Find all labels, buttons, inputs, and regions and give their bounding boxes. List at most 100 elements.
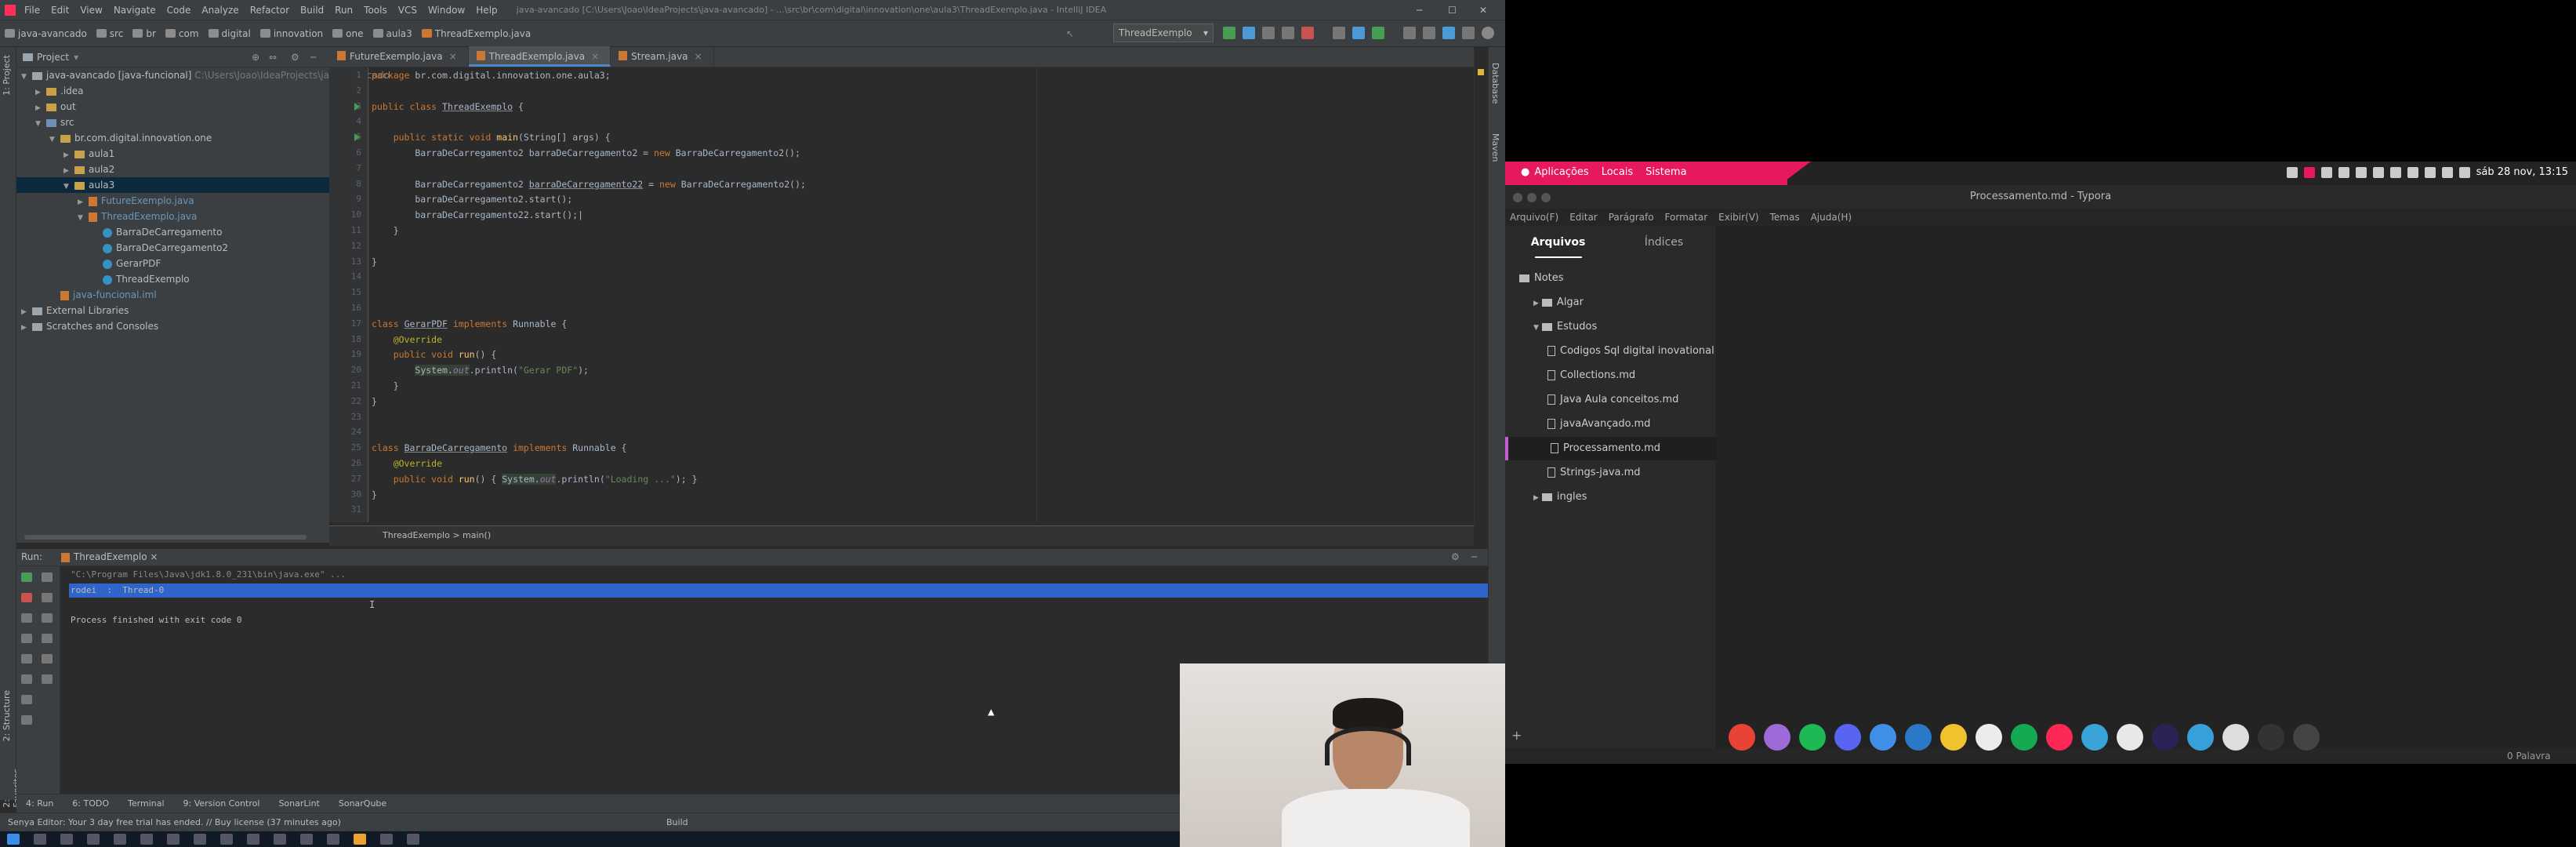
editor-scrollbar[interactable]	[1474, 47, 1488, 525]
run-icon[interactable]	[1223, 27, 1235, 39]
tool-tab-maven[interactable]: Maven	[1490, 133, 1500, 162]
tree-item[interactable]: ▶ FutureExemplo.java	[16, 193, 329, 209]
settings-icon[interactable]	[2293, 724, 2320, 751]
tree-item[interactable]: GerarPDF	[16, 256, 329, 271]
menu-tools[interactable]: Tools	[358, 5, 393, 16]
tree-item[interactable]: ▶ .idea	[16, 83, 329, 99]
status-build[interactable]: Build	[666, 817, 688, 827]
close-tab-icon[interactable]: ×	[591, 51, 599, 62]
expand-arrow-icon[interactable]: ▼	[21, 69, 32, 85]
menu-sistema[interactable]: Sistema	[1645, 166, 1686, 178]
close-tab-icon[interactable]: ×	[449, 51, 457, 62]
app-icon[interactable]	[407, 834, 419, 845]
exit-icon[interactable]	[21, 674, 32, 684]
tray-icon[interactable]	[2303, 166, 2315, 178]
bee-app-icon[interactable]	[1940, 724, 1967, 751]
expand-arrow-icon[interactable]: ▶	[78, 194, 89, 210]
maximize-icon[interactable]: ☐	[1442, 5, 1462, 16]
tool-version-control[interactable]: 9: Version Control	[174, 798, 270, 809]
edge-icon[interactable]	[87, 834, 100, 845]
breadcrumb-digital[interactable]: digital	[204, 28, 256, 39]
layout-icon[interactable]	[21, 695, 32, 704]
code-breadcrumb[interactable]: ThreadExemplo > main()	[329, 525, 1474, 546]
run-configuration-select[interactable]: ThreadExemplo ▾	[1113, 24, 1214, 42]
windows-start-icon[interactable]	[7, 834, 20, 845]
world-icon[interactable]	[2187, 724, 2214, 751]
dump-threads-icon[interactable]	[21, 634, 32, 643]
menu-locais[interactable]: Locais	[1602, 166, 1633, 178]
breadcrumb-com[interactable]: com	[161, 28, 204, 39]
folder-item[interactable]: Notes	[1519, 267, 1564, 290]
chevron-down-icon[interactable]: ▾	[74, 52, 78, 63]
code-editor[interactable]: package br.com.digital.innovation.one.au…	[372, 67, 1469, 522]
pause-icon[interactable]	[21, 613, 32, 623]
file-item[interactable]: Java Aula conceitos.md	[1519, 388, 1678, 412]
tab-thread-exemplo[interactable]: ThreadExemplo.java ×	[468, 46, 611, 67]
code-line[interactable]: }	[372, 256, 377, 267]
code-line[interactable]: BarraDeCarregamento2 barraDeCarregamento…	[372, 147, 800, 158]
breadcrumb-project[interactable]: java-avancado	[0, 28, 92, 39]
mail-icon[interactable]	[167, 834, 180, 845]
breadcrumb-src[interactable]: src	[92, 28, 129, 39]
stop-icon[interactable]	[21, 593, 32, 602]
menu-aplicacoes[interactable]: Aplicações	[1534, 166, 1588, 178]
trash-icon[interactable]	[42, 674, 53, 684]
project-structure-icon[interactable]	[1442, 27, 1455, 39]
undo-icon[interactable]	[1403, 27, 1416, 39]
menu-run[interactable]: Run	[329, 5, 358, 16]
git-icon[interactable]	[1333, 27, 1345, 39]
tray-icon[interactable]	[2286, 166, 2298, 178]
tool-tab-database[interactable]: Database	[1490, 63, 1500, 104]
menu-formatar[interactable]: Formatar	[1665, 212, 1708, 223]
tree-item[interactable]: BarraDeCarregamento	[16, 224, 329, 240]
tree-item[interactable]: ▼ java-avancado [java-funcional] C:\Users…	[16, 67, 390, 85]
expand-arrow-icon[interactable]: ▶	[1533, 494, 1539, 502]
project-panel-title[interactable]: Project	[37, 52, 69, 63]
expand-arrow-icon[interactable]: ▶	[63, 163, 74, 179]
tree-item[interactable]: BarraDeCarregamento2	[16, 240, 329, 256]
code-line[interactable]: public static void main(String[] args) {	[372, 132, 611, 143]
github-icon[interactable]	[1976, 724, 2002, 751]
jetbrains-icon[interactable]	[2046, 724, 2073, 751]
close-icon[interactable]: ✕	[1474, 5, 1493, 16]
expand-arrow-icon[interactable]: ▼	[1533, 324, 1539, 332]
menu-navigate[interactable]: Navigate	[108, 5, 161, 16]
pin-icon[interactable]	[21, 715, 32, 725]
tab-future-exemplo[interactable]: FutureExemplo.java ×	[329, 46, 469, 67]
breadcrumb-file[interactable]: ThreadExemplo.java	[417, 28, 535, 39]
app-icon[interactable]	[380, 834, 393, 845]
tree-item[interactable]: ▼ br.com.digital.innovation.one	[16, 130, 329, 146]
menu-window[interactable]: Window	[423, 5, 470, 16]
file-item[interactable]: Processamento.md	[1505, 437, 1717, 460]
typora-icon[interactable]	[2117, 724, 2143, 751]
menu-paragrafo[interactable]: Parágrafo	[1609, 212, 1654, 223]
expand-arrow-icon[interactable]: ▶	[21, 320, 32, 336]
profile-icon[interactable]	[1282, 27, 1294, 39]
spotify-icon[interactable]	[1799, 724, 1826, 751]
menu-file[interactable]: File	[19, 5, 45, 16]
tree-item[interactable]: ▼ ThreadExemplo.java	[16, 209, 329, 224]
gear-icon[interactable]: ⚙	[1451, 551, 1460, 562]
code-line[interactable]: class BarraDeCarregamento implements Run…	[372, 442, 626, 453]
shield-icon[interactable]	[2389, 166, 2401, 178]
tool-sonarlint[interactable]: SonarLint	[269, 798, 328, 809]
tray-icon[interactable]	[2338, 166, 2349, 178]
folder-item[interactable]: ▶ ingles	[1519, 485, 1587, 509]
expand-arrow-icon[interactable]: ▶	[21, 304, 32, 320]
minimize-icon[interactable]: ─	[1411, 5, 1428, 16]
code-line[interactable]: @Override	[372, 458, 442, 469]
file-item[interactable]: Strings-java.md	[1519, 461, 1641, 485]
settings-icon[interactable]	[21, 654, 32, 663]
discord-icon[interactable]	[1834, 724, 1861, 751]
search-icon[interactable]	[34, 834, 46, 845]
app-icon[interactable]	[247, 834, 259, 845]
debug-icon[interactable]	[1243, 27, 1255, 39]
menu-editar[interactable]: Editar	[1569, 212, 1598, 223]
vscode-icon[interactable]	[1905, 724, 1932, 751]
down-icon[interactable]	[42, 593, 53, 602]
app-icon[interactable]	[274, 834, 286, 845]
hide-icon[interactable]: ─	[1471, 551, 1477, 562]
bluetooth-icon[interactable]	[2372, 166, 2384, 178]
disk-icon[interactable]	[2222, 724, 2249, 751]
mongodb-icon[interactable]	[2011, 724, 2037, 751]
